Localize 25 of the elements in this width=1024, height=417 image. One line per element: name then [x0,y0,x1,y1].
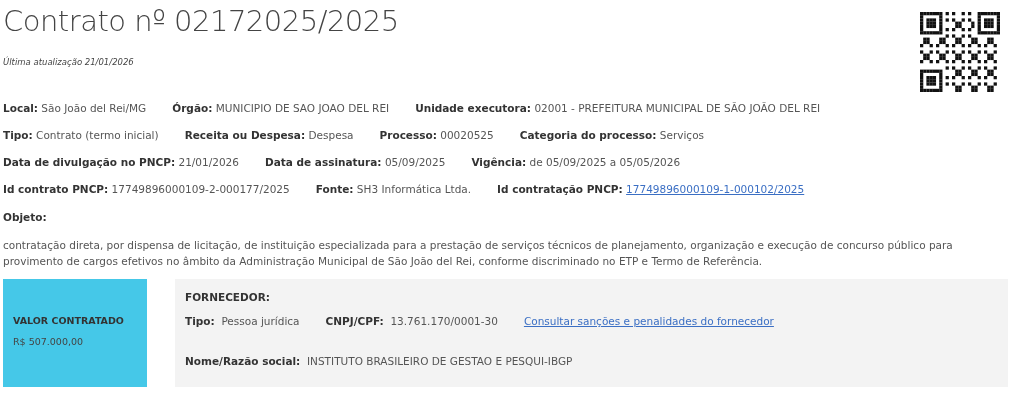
field-label: Objeto: [3,210,47,223]
field-text: Tipo: Pessoa jurídica [185,315,300,327]
value-amount: R$ 507.000,00 [13,336,85,347]
field-text: Nome/Razão social: INSTITUTO BRASILEIRO DE GESTAO E PESQUI-IBGP [185,355,573,367]
field-text: Unidade executora: 02001 - PREFEITURA MUNICIPAL DE SÃO JOÃO DEL REI [415,101,821,114]
value-label: VALOR CONTRATADO [13,315,125,326]
field-text: Data de assinatura: 05/09/2025 [265,155,446,168]
sanctions-link[interactable]: Consultar sanções e penalidades do fornecedor [523,315,774,327]
field-text: Local: São João del Rei/MG [3,101,147,114]
field-text: Órgão: MUNICIPIO DE SAO JOAO DEL REI [172,101,390,114]
contract-id-link[interactable]: 17749896000109-1-000102/2025 [626,182,805,195]
field-text: Processo: 00020525 [379,128,494,141]
object-description: contratação direta, por dispensa de licitação, de instituição especializada para a prestação de serviços técnicos de planejamento, organização e execução de concurso público para provimento de cargos efetivos no âmbito da Administração Municipal de São João del Rei, conforme discriminado no ETP e Termo de Referência. [3,238,954,269]
field-text: Receita ou Despesa: Despesa [184,128,354,141]
field-text: Categoria do processo: Serviços [519,128,705,141]
supplier-heading: FORNECEDOR: [185,291,271,303]
field-text: Tipo: Contrato (termo inicial) [3,128,159,141]
field-text: Data de divulgação no PNCP: 21/01/2026 [3,155,239,168]
page-title: Contrato nº 02172025/2025 [3,4,399,38]
field-text: Id contrato PNCP: 17749896000109-2-000177/2025 [3,182,290,195]
field-text: Vigência: de 05/09/2025 a 05/05/2026 [471,155,681,168]
last-update-text: Última atualização 21/01/2026 [3,57,134,67]
field-text: Fonte: SH3 Informática Ltda. [315,182,472,195]
field-text: CNPJ/CPF: 13.761.170/0001-30 [325,315,498,327]
field-label: Id contratação PNCP: [497,182,623,195]
